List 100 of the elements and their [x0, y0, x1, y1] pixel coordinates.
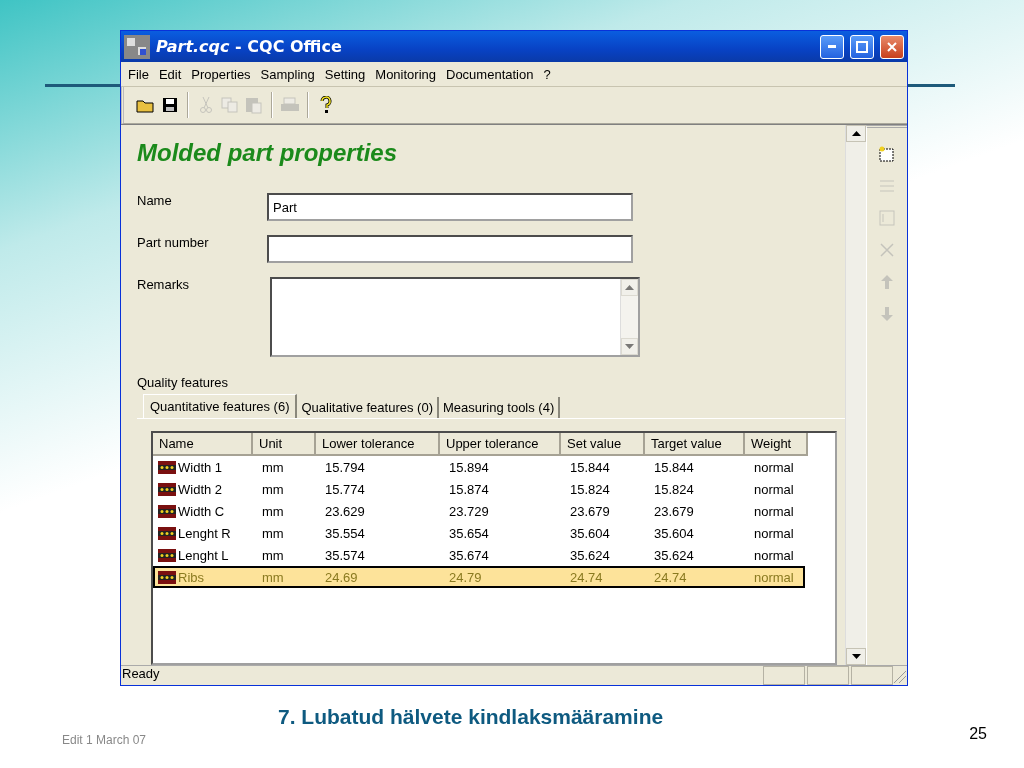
- menu-item[interactable]: Sampling: [255, 66, 320, 82]
- scroll-down-icon: [851, 654, 861, 659]
- menu-item[interactable]: Setting: [319, 66, 371, 82]
- table-cell-text: 23.729: [448, 503, 490, 519]
- scroll-down-button[interactable]: [846, 648, 866, 665]
- table-cell-text: 15.774: [324, 481, 366, 497]
- app-icon: [124, 34, 150, 59]
- table-cell-text: mm: [261, 459, 285, 475]
- page-heading: Molded part properties: [137, 139, 399, 167]
- column-header[interactable]: Target value: [645, 433, 745, 456]
- table-cell-text: normal: [753, 569, 795, 585]
- section-label: Quality features: [137, 375, 230, 390]
- table-cell: Width C: [178, 503, 225, 519]
- feature-icon: [158, 548, 176, 562]
- table-cell-text: 15.794: [324, 459, 366, 475]
- field-label: Name: [137, 193, 173, 208]
- feature-icon: [158, 526, 176, 540]
- form-icon: [879, 210, 895, 226]
- menu-item[interactable]: ?: [538, 66, 556, 82]
- input-field[interactable]: [267, 235, 633, 263]
- scroll-up-icon: [851, 131, 861, 136]
- help-icon: [320, 96, 332, 114]
- tab[interactable]: Quantitative features (6): [143, 394, 298, 419]
- close-button[interactable]: [880, 34, 904, 59]
- table-cell-text: 15.844: [569, 459, 611, 475]
- table-cell-text: normal: [753, 547, 795, 563]
- table-cell-text: 15.874: [448, 481, 490, 497]
- table-cell-text: 23.679: [653, 503, 695, 519]
- field-label: Part number: [137, 235, 210, 250]
- minimize-button[interactable]: [820, 34, 844, 59]
- table-cell-text: 24.74: [653, 569, 688, 585]
- table-cell-text: 35.624: [653, 547, 695, 563]
- table-cell-text: 15.844: [653, 459, 695, 475]
- maximize-button[interactable]: [850, 34, 874, 59]
- table-cell-text: mm: [261, 525, 285, 541]
- table-cell-text: 15.894: [448, 459, 490, 475]
- arrow-down-icon: [879, 306, 895, 322]
- column-header[interactable]: Weight: [745, 433, 808, 456]
- printer-icon: [280, 97, 300, 113]
- scissors-icon: [199, 96, 213, 114]
- arrow-up-icon: [879, 274, 895, 290]
- column-header[interactable]: Unit: [253, 433, 316, 456]
- table-cell-text: 35.554: [324, 525, 366, 541]
- menu-item[interactable]: File: [123, 66, 154, 82]
- scroll-down-icon: [625, 344, 634, 349]
- scroll-up-icon: [625, 285, 634, 290]
- table-cell-text: mm: [261, 503, 285, 519]
- column-header[interactable]: Set value: [561, 433, 645, 456]
- save-icon: [162, 97, 178, 113]
- table-cell: Width 1: [178, 459, 223, 475]
- delete-icon: [879, 242, 895, 258]
- table-row[interactable]: Ribs mm 24.69 24.79 24.74 24.74 normal: [153, 566, 805, 588]
- table-cell-text: 35.574: [324, 547, 366, 563]
- table-cell: Width 2: [178, 481, 223, 497]
- table-cell: Lenght L: [178, 547, 229, 563]
- window-title: Part.cqc - CQC Office: [156, 37, 343, 56]
- close-icon: [886, 40, 898, 53]
- table-cell-text: mm: [261, 569, 285, 585]
- folder-icon: [136, 97, 156, 113]
- feature-icon: [158, 570, 176, 584]
- column-header[interactable]: Name: [153, 433, 253, 456]
- menu-item[interactable]: Properties: [186, 66, 256, 82]
- table-cell-text: normal: [753, 503, 795, 519]
- menu-item[interactable]: Monitoring: [370, 66, 441, 82]
- table-cell-text: 24.69: [324, 569, 359, 585]
- footer-text: Edit 1 March 07: [62, 733, 147, 747]
- feature-icon: [158, 504, 176, 518]
- status-text: Ready: [121, 666, 161, 683]
- page-number: 25: [969, 725, 987, 743]
- table-cell-text: 35.604: [653, 525, 695, 541]
- table-cell-text: 35.654: [448, 525, 490, 541]
- feature-icon: [158, 460, 176, 474]
- paste-icon: [245, 96, 263, 114]
- menu-item[interactable]: Documentation: [441, 66, 539, 82]
- slide-caption: 7. Lubatud hälvete kindlaksmääramine: [278, 705, 664, 729]
- table-cell-text: 24.74: [569, 569, 604, 585]
- table-cell-text: 35.624: [569, 547, 611, 563]
- table-cell-text: 15.824: [653, 481, 695, 497]
- table-cell-text: mm: [261, 547, 285, 563]
- table-cell-text: 24.79: [448, 569, 483, 585]
- table-cell: Ribs: [178, 569, 204, 585]
- column-header[interactable]: Lower tolerance: [316, 433, 440, 456]
- table-cell-text: normal: [753, 481, 795, 497]
- input-field[interactable]: Part: [267, 193, 633, 221]
- table-cell-text: normal: [753, 525, 795, 541]
- table-cell-text: mm: [261, 481, 285, 497]
- table-cell-text: 23.629: [324, 503, 366, 519]
- copy-icon: [221, 97, 239, 113]
- table-cell: Lenght R: [178, 525, 231, 541]
- column-header[interactable]: Upper tolerance: [440, 433, 561, 456]
- menu-item[interactable]: Edit: [153, 66, 187, 82]
- field-label: Remarks: [137, 277, 190, 292]
- new-item-icon: [879, 146, 895, 162]
- table-cell-text: 23.679: [569, 503, 611, 519]
- table-cell-text: 35.674: [448, 547, 490, 563]
- table-cell-text: normal: [753, 459, 795, 475]
- minimize-icon: [828, 45, 836, 48]
- scroll-up-button[interactable]: [846, 125, 866, 142]
- table-cell-text: 15.824: [569, 481, 611, 497]
- maximize-icon: [856, 40, 868, 53]
